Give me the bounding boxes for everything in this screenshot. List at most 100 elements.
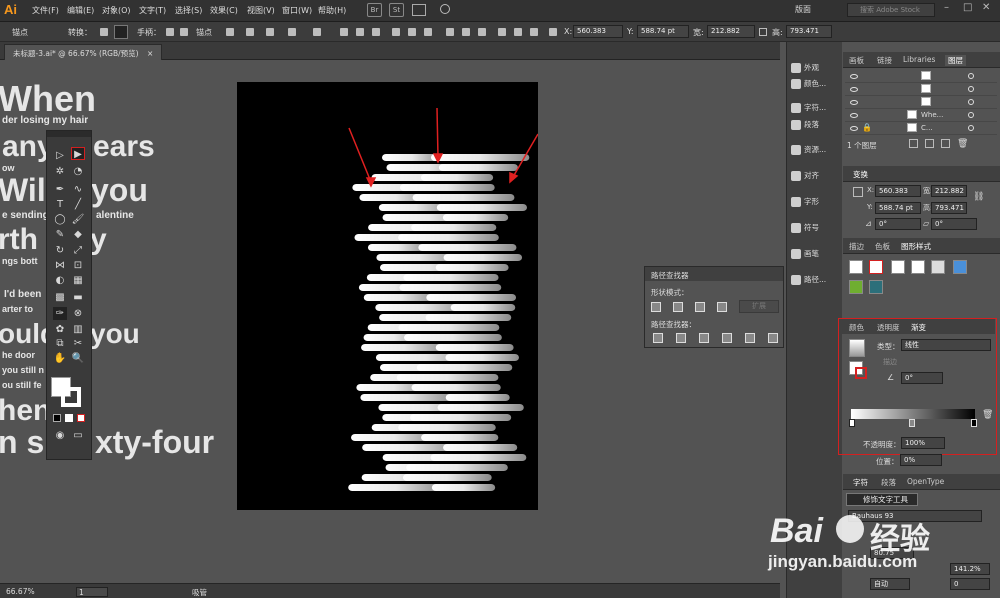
symbol-sprayer-icon[interactable]: ✿ xyxy=(53,323,67,336)
tab-graphic-styles[interactable]: 图形样式 xyxy=(901,241,931,252)
layer-row[interactable]: Whe... xyxy=(845,109,997,122)
visibility-icon[interactable] xyxy=(850,100,858,105)
paragraph-panel-item[interactable]: 段落 xyxy=(791,119,839,135)
align-bottom-icon[interactable] xyxy=(424,28,432,36)
tab-artboards[interactable]: 画板 xyxy=(849,55,864,66)
menu-window[interactable]: 窗口(W) xyxy=(282,5,312,16)
tracking-field[interactable]: 0 xyxy=(950,578,990,590)
gradient-slider[interactable] xyxy=(851,409,975,419)
character-panel-item[interactable]: 字符... xyxy=(791,102,839,118)
layer-row[interactable] xyxy=(845,96,997,109)
selection-tool-icon[interactable]: ▷ xyxy=(53,149,67,162)
kerning-field[interactable]: 自动 xyxy=(870,578,910,590)
align-left-icon[interactable] xyxy=(340,28,348,36)
distribute-bottom-icon[interactable] xyxy=(478,28,486,36)
visibility-icon[interactable] xyxy=(850,74,858,79)
distribute-top-icon[interactable] xyxy=(446,28,454,36)
artboard-tool-icon[interactable]: ⧉ xyxy=(53,337,67,350)
color-panel-item[interactable]: 颜色... xyxy=(791,78,839,94)
distribute-hcenter-icon[interactable] xyxy=(514,28,522,36)
align-vcenter-icon[interactable] xyxy=(408,28,416,36)
tab-paragraph[interactable]: 段落 xyxy=(881,477,896,488)
divide-icon[interactable] xyxy=(653,333,663,343)
transform-y-field[interactable]: 588.74 pt xyxy=(875,202,921,214)
link-proportions-icon[interactable] xyxy=(759,28,767,36)
touch-type-tool-tooltip[interactable]: 修饰文字工具 xyxy=(846,493,918,506)
bridge-button[interactable]: Br xyxy=(367,3,382,17)
locate-object-icon[interactable] xyxy=(909,139,918,148)
gpu-icon[interactable] xyxy=(440,4,450,14)
menu-type[interactable]: 文字(T) xyxy=(139,5,166,16)
tab-gradient[interactable]: 渐变 xyxy=(911,322,926,333)
curvature-tool-icon[interactable]: ∿ xyxy=(71,183,85,196)
color-stop-left[interactable] xyxy=(849,419,855,427)
minimize-icon[interactable]: – xyxy=(944,2,949,13)
reference-point-icon[interactable] xyxy=(853,187,863,197)
page-number[interactable]: 1 xyxy=(76,587,108,597)
minus-front-icon[interactable] xyxy=(673,302,683,312)
unite-icon[interactable] xyxy=(651,302,661,312)
intersect-icon[interactable] xyxy=(695,302,705,312)
visibility-icon[interactable] xyxy=(850,87,858,92)
eraser-icon[interactable]: ◆ xyxy=(71,228,85,241)
handle-show-icon[interactable] xyxy=(166,28,174,36)
eyedropper-icon[interactable]: ✑ xyxy=(53,307,67,320)
style-swatch[interactable] xyxy=(849,280,863,294)
tab-stroke[interactable]: 描边 xyxy=(849,241,864,252)
style-swatch[interactable] xyxy=(931,260,945,274)
y-field[interactable]: 588.74 pt xyxy=(637,25,689,38)
magic-wand-icon[interactable]: ✲ xyxy=(53,165,67,178)
distribute-vcenter-icon[interactable] xyxy=(462,28,470,36)
menu-edit[interactable]: 编辑(E) xyxy=(67,5,94,16)
type-tool-icon[interactable]: T xyxy=(53,198,67,211)
handle-hide-icon[interactable] xyxy=(180,28,188,36)
isolate-icon[interactable] xyxy=(288,28,296,36)
style-swatch[interactable] xyxy=(869,260,883,274)
gradient-preview[interactable] xyxy=(849,339,865,357)
line-tool-icon[interactable]: ╱ xyxy=(71,198,85,211)
stock-search-input[interactable]: 搜索 Adobe Stock xyxy=(847,3,935,17)
expand-button[interactable]: 扩展 xyxy=(739,300,779,313)
tab-character[interactable]: 字符 xyxy=(853,477,868,488)
paintbrush-icon[interactable]: 🖌 xyxy=(71,213,85,226)
target-icon[interactable] xyxy=(968,99,974,105)
transform-h-field[interactable]: 793.471 xyxy=(931,202,967,214)
delete-stop-icon[interactable]: 🗑 xyxy=(982,410,993,420)
maximize-icon[interactable]: □ xyxy=(963,2,972,13)
perspective-grid-icon[interactable]: ▦ xyxy=(71,274,85,287)
target-icon[interactable] xyxy=(968,125,974,131)
pen-tool-icon[interactable]: ✒ xyxy=(53,183,67,196)
pathfinder-panel-item[interactable]: 路径... xyxy=(791,274,839,290)
gradient-type-select[interactable]: 线性 xyxy=(901,339,991,351)
gradient-stroke-icon[interactable] xyxy=(855,367,867,379)
scale-tool-icon[interactable]: ⤢ xyxy=(71,244,85,257)
none-mode-icon[interactable] xyxy=(77,414,85,422)
style-swatch[interactable] xyxy=(911,260,925,274)
direct-selection-tool-icon[interactable]: ▶ xyxy=(71,147,85,160)
outline-icon[interactable] xyxy=(745,333,755,343)
exclude-icon[interactable] xyxy=(717,302,727,312)
gradient-mode-icon[interactable] xyxy=(65,414,73,422)
workspace-switcher[interactable]: 版面 xyxy=(795,4,835,15)
document-tab[interactable]: 未标题-3.ai* @ 66.67% (RGB/预览) × xyxy=(4,44,163,60)
connect-anchor-icon[interactable] xyxy=(246,28,254,36)
tab-opentype[interactable]: OpenType xyxy=(907,477,944,486)
menu-view[interactable]: 视图(V) xyxy=(247,5,275,16)
rotate-tool-icon[interactable]: ↻ xyxy=(53,244,67,257)
style-swatch[interactable] xyxy=(891,260,905,274)
merge-icon[interactable] xyxy=(699,333,709,343)
menu-object[interactable]: 对象(O) xyxy=(102,5,131,16)
style-swatch[interactable] xyxy=(849,260,863,274)
tab-layers[interactable]: 图层 xyxy=(945,55,966,66)
lasso-icon[interactable]: ◔ xyxy=(71,165,85,178)
warped-text-artwork[interactable] xyxy=(237,82,539,510)
appearance-panel-item[interactable]: 外观 xyxy=(791,62,839,78)
stroke-swatch[interactable] xyxy=(61,387,81,407)
arrange-icon[interactable] xyxy=(412,4,426,16)
color-mode-icon[interactable] xyxy=(53,414,61,422)
mesh-tool-icon[interactable]: ▩ xyxy=(53,291,67,304)
style-swatch[interactable] xyxy=(953,260,967,274)
ellipse-tool-icon[interactable]: ◯ xyxy=(53,213,67,226)
transform-title[interactable]: 变换 xyxy=(853,169,868,180)
menu-help[interactable]: 帮助(H) xyxy=(318,5,346,16)
